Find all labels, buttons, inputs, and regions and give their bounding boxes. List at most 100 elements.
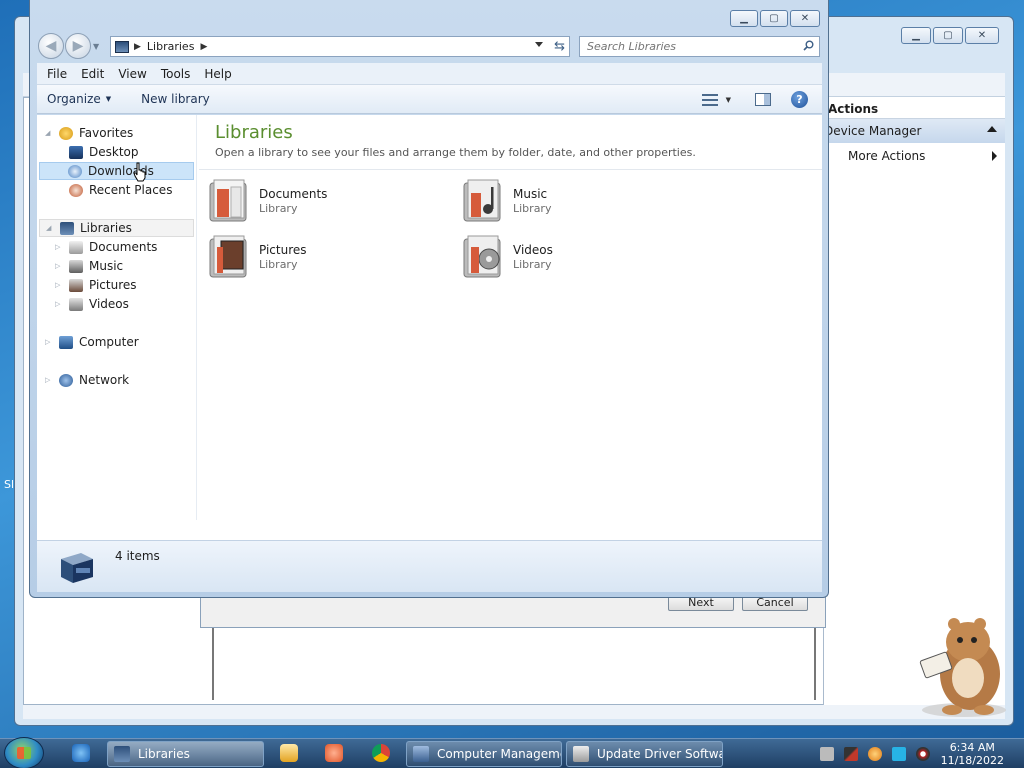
music-icon — [69, 259, 83, 273]
tree-network[interactable]: ▷ Network — [45, 371, 129, 389]
recent-places-icon — [69, 183, 83, 197]
menu-file[interactable]: File — [40, 67, 74, 81]
back-button[interactable]: ◀ — [38, 33, 64, 59]
taskbar-item-libraries[interactable]: Libraries — [107, 741, 264, 767]
new-library-label: New library — [141, 92, 210, 106]
expander-icon[interactable]: ◢ — [45, 129, 55, 137]
tray-icon[interactable] — [820, 747, 834, 761]
expander-icon[interactable]: ▷ — [45, 338, 55, 346]
search-icon[interactable] — [803, 40, 814, 51]
caption-buttons: ▁ ▢ ✕ — [730, 10, 820, 27]
menu-help[interactable]: Help — [197, 67, 238, 81]
minimize-button[interactable]: ▁ — [730, 10, 758, 27]
divider — [199, 169, 822, 170]
breadcrumb-chevron-icon[interactable]: ▶ — [134, 42, 141, 52]
libraries-icon — [60, 221, 74, 235]
chrome-icon[interactable] — [372, 744, 390, 762]
menu-edit[interactable]: Edit — [74, 67, 111, 81]
submenu-arrow-icon — [992, 151, 997, 161]
music-library-icon — [463, 179, 501, 222]
paint-icon[interactable] — [325, 744, 343, 762]
content-pane: Libraries Open a library to see your fil… — [199, 115, 822, 520]
library-music[interactable]: Music Library — [461, 179, 691, 227]
expander-icon[interactable]: ◢ — [46, 224, 56, 232]
new-library-button[interactable]: New library — [121, 92, 220, 106]
volume-tray-icon[interactable] — [916, 747, 930, 761]
view-controls: ▼ ? — [701, 85, 822, 114]
tree-music[interactable]: ▷ Music — [55, 257, 123, 275]
library-type: Library — [259, 258, 298, 271]
menu-tools[interactable]: Tools — [154, 67, 198, 81]
tree-documents[interactable]: ▷ Documents — [55, 238, 157, 256]
library-videos[interactable]: Videos Library — [461, 235, 691, 283]
address-bar[interactable]: ▶ Libraries ▶ ⇆ — [110, 36, 570, 57]
taskbar-item-update-driver[interactable]: Update Driver Softwa... — [566, 741, 723, 767]
menu-view[interactable]: View — [111, 67, 153, 81]
tree-pictures-label: Pictures — [89, 278, 137, 292]
preview-pane-icon[interactable] — [755, 93, 771, 106]
help-icon[interactable]: ? — [791, 91, 808, 108]
breadcrumb-chevron-icon[interactable]: ▶ — [200, 42, 207, 52]
expander-icon[interactable]: ▷ — [55, 300, 65, 308]
search-input[interactable] — [580, 37, 790, 56]
update-driver-icon — [573, 746, 589, 762]
tree-libraries[interactable]: ◢ Libraries — [39, 219, 194, 237]
search-tray-icon[interactable] — [868, 747, 882, 761]
downloads-icon — [68, 164, 82, 178]
actions-device-manager[interactable]: Device Manager — [824, 119, 1005, 143]
star-icon — [59, 126, 73, 140]
address-dropdown-icon[interactable] — [535, 42, 543, 47]
taskbar-item-label: Update Driver Softwa... — [597, 747, 722, 761]
expander-icon[interactable]: ▷ — [55, 262, 65, 270]
documents-library-icon — [209, 179, 247, 222]
expander-icon[interactable]: ▷ — [55, 243, 65, 251]
page-title: Libraries — [215, 122, 293, 143]
actions-device-manager-label: Device Manager — [824, 124, 922, 138]
tree-downloads[interactable]: Downloads — [39, 162, 194, 180]
internet-explorer-icon[interactable] — [72, 744, 90, 762]
tree-desktop[interactable]: Desktop — [69, 143, 139, 161]
organize-label: Organize — [47, 92, 101, 106]
tree-recent-places[interactable]: Recent Places — [69, 181, 172, 199]
tree-pictures[interactable]: ▷ Pictures — [55, 276, 137, 294]
more-actions[interactable]: More Actions — [824, 143, 1005, 167]
maximize-button[interactable]: ▢ — [933, 27, 963, 44]
organize-button[interactable]: Organize ▼ — [37, 92, 121, 106]
documents-icon — [69, 240, 83, 254]
clock[interactable]: 6:34 AM 11/18/2022 — [941, 741, 1004, 767]
recent-pages-dropdown-icon[interactable]: ▼ — [93, 42, 99, 51]
search-box[interactable] — [579, 36, 820, 57]
action-center-icon[interactable] — [844, 747, 858, 761]
refresh-icon[interactable]: ⇆ — [554, 39, 565, 54]
library-pictures[interactable]: Pictures Library — [207, 235, 437, 283]
taskbar: Libraries Computer Manageme... Update Dr… — [0, 737, 1024, 768]
hamster-desktop-gadget-icon — [919, 618, 1006, 717]
menu-bar: File Edit View Tools Help — [37, 63, 822, 85]
collapse-arrow-icon[interactable] — [987, 126, 997, 132]
status-bar — [23, 705, 1005, 719]
expander-icon[interactable]: ▷ — [55, 281, 65, 289]
forward-button[interactable]: ▶ — [65, 33, 91, 59]
tree-favorites[interactable]: ◢ Favorites — [45, 124, 133, 142]
maximize-button[interactable]: ▢ — [760, 10, 788, 27]
library-documents[interactable]: Documents Library — [207, 179, 437, 227]
library-type: Library — [513, 258, 552, 271]
close-button[interactable]: ✕ — [790, 10, 820, 27]
start-button[interactable] — [4, 737, 44, 768]
computer-management-icon — [413, 746, 429, 762]
chevron-down-icon[interactable]: ▼ — [726, 96, 731, 104]
tree-computer[interactable]: ▷ Computer — [45, 333, 139, 351]
taskbar-item-computer-management[interactable]: Computer Manageme... — [406, 741, 562, 767]
expander-icon[interactable]: ▷ — [45, 376, 55, 384]
breadcrumb[interactable]: Libraries — [147, 40, 195, 53]
change-view-icon[interactable] — [701, 93, 718, 106]
details-pane: 4 items — [37, 540, 822, 592]
minimize-button[interactable]: ▁ — [901, 27, 931, 44]
display-tray-icon[interactable] — [892, 747, 906, 761]
media-player-icon[interactable] — [280, 744, 298, 762]
tree-videos[interactable]: ▷ Videos — [55, 295, 129, 313]
close-button[interactable]: ✕ — [965, 27, 999, 44]
item-count: 4 items — [115, 549, 160, 563]
explorer-client-area: ◢ Favorites Desktop Downloads Recent Pla… — [37, 115, 822, 540]
page-subtitle: Open a library to see your files and arr… — [215, 146, 696, 159]
